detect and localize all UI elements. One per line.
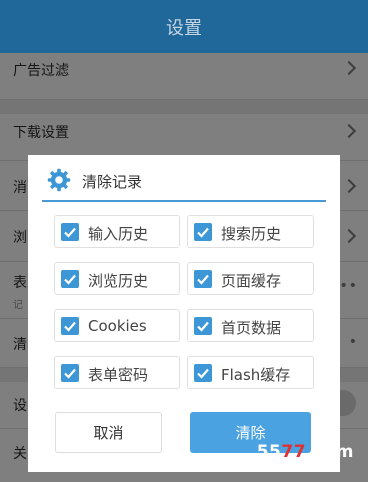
watermark-part: 55 [256, 442, 282, 462]
checkmark-icon [64, 274, 76, 285]
option-page-cache[interactable]: 页面缓存 [187, 262, 314, 295]
dialog-title: 清除记录 [82, 173, 143, 191]
settings-row-ad-filter[interactable]: 广告过滤 [0, 53, 368, 100]
option-flash-cache[interactable]: Flash缓存 [187, 356, 314, 389]
option-label: 首页数据 [221, 319, 282, 337]
settings-row-label: 清 [13, 337, 27, 353]
checkbox[interactable] [61, 223, 79, 241]
settings-row-label: 下载设置 [13, 125, 69, 141]
title-divider [42, 200, 326, 202]
settings-row-sublabel: 记 [13, 300, 23, 311]
settings-row-download[interactable]: 下载设置 [0, 114, 368, 161]
app-header: 设置 [0, 0, 368, 53]
checkmark-icon [197, 227, 209, 238]
chevron-right-icon [341, 178, 357, 194]
clear-records-dialog: 清除记录 输入历史 搜索历史 浏览历史 页面缓存 Cookies 首页数据 表单… [28, 155, 340, 472]
option-cookies[interactable]: Cookies [54, 309, 180, 342]
checkmark-icon [64, 368, 76, 379]
option-label: 表单密码 [88, 366, 149, 384]
watermark-part: .com [306, 442, 354, 462]
settings-row-label: 关 [13, 446, 27, 462]
chevron-right-icon [341, 123, 357, 139]
chevron-right-icon [341, 228, 357, 244]
more-icon: •• [339, 278, 358, 294]
chevron-right-icon [341, 60, 357, 76]
section-gap [0, 100, 368, 114]
checkmark-icon [64, 321, 76, 332]
settings-row-label: 表 [13, 275, 27, 291]
checkbox[interactable] [194, 270, 212, 288]
option-homepage-data[interactable]: 首页数据 [187, 309, 314, 342]
checkbox[interactable] [61, 270, 79, 288]
checkbox[interactable] [194, 317, 212, 335]
option-label: 页面缓存 [221, 272, 282, 290]
checkmark-icon [64, 227, 76, 238]
site-watermark: 5577.com [257, 442, 354, 462]
more-icon: • [348, 334, 358, 350]
option-input-history[interactable]: 输入历史 [54, 215, 180, 248]
checkmark-icon [197, 274, 209, 285]
checkbox[interactable] [61, 364, 79, 382]
option-form-passwords[interactable]: 表单密码 [54, 356, 180, 389]
checkmark-icon [197, 368, 209, 379]
option-search-history[interactable]: 搜索历史 [187, 215, 314, 248]
option-label: 浏览历史 [88, 272, 149, 290]
checkbox[interactable] [61, 317, 79, 335]
settings-row-label: 设 [13, 398, 27, 414]
settings-row-label: 广告过滤 [13, 63, 69, 79]
option-label: 输入历史 [88, 225, 149, 243]
page-title: 设置 [166, 17, 202, 39]
checkbox[interactable] [194, 364, 212, 382]
gear-icon [47, 168, 71, 192]
checkbox[interactable] [194, 223, 212, 241]
option-label: Flash缓存 [221, 366, 291, 384]
option-label: Cookies [88, 317, 147, 335]
cancel-button[interactable]: 取消 [55, 412, 162, 453]
option-label: 搜索历史 [221, 225, 282, 243]
option-browse-history[interactable]: 浏览历史 [54, 262, 180, 295]
watermark-part: 77 [281, 442, 307, 462]
settings-row-label: 浏 [13, 230, 27, 246]
settings-row-label: 消 [13, 180, 27, 196]
checkmark-icon [197, 321, 209, 332]
